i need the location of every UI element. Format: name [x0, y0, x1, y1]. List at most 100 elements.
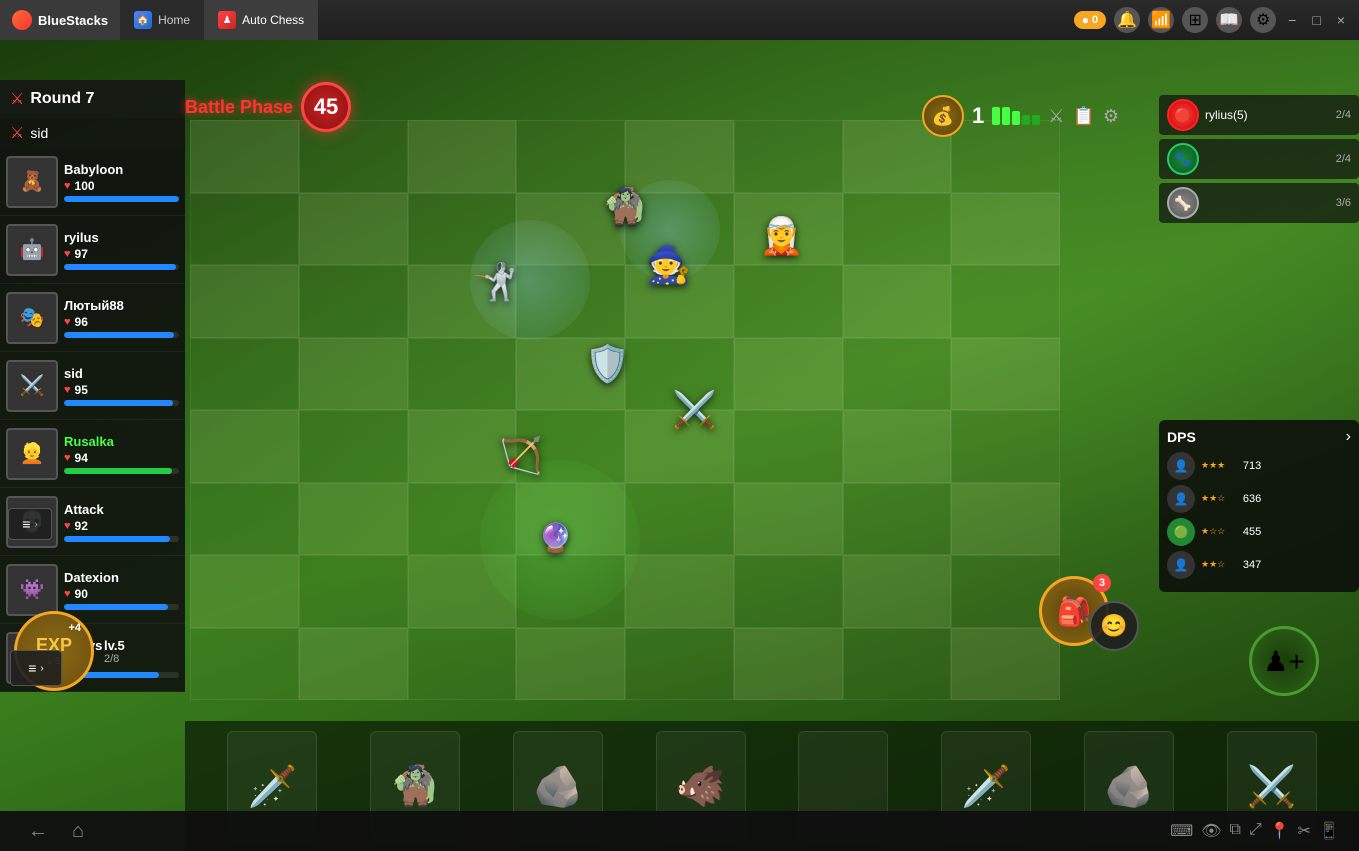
menu-button[interactable]: ≡ › — [8, 508, 52, 540]
bottom-menu-button[interactable]: ≡ › — [10, 650, 62, 686]
dps-value-3: 455 — [1231, 526, 1261, 538]
board-cell[interactable] — [734, 338, 843, 411]
tab-auto-chess[interactable]: ♟ Auto Chess — [204, 0, 318, 40]
player-item-rusalka[interactable]: 👱 Rusalka ♥ 94 — [0, 420, 185, 488]
book-button[interactable]: 📖 — [1216, 7, 1242, 33]
hp-bar-datexion — [64, 604, 168, 610]
close-button[interactable]: × — [1333, 8, 1349, 32]
board-cell[interactable] — [190, 483, 299, 556]
fullscreen-icon[interactable]: ⤢ — [1249, 821, 1262, 841]
board-cell[interactable] — [408, 338, 517, 411]
board-cell[interactable] — [734, 628, 843, 701]
player-name-sid: sid — [64, 366, 179, 381]
board-cell[interactable] — [951, 628, 1060, 701]
board-cell[interactable] — [843, 193, 952, 266]
dps-header: DPS › — [1167, 428, 1351, 446]
dps-arrow-button[interactable]: › — [1346, 428, 1351, 446]
board-cell[interactable] — [843, 410, 952, 483]
board-cell[interactable] — [951, 265, 1060, 338]
synergy-row-3[interactable]: 🦴 3/6 — [1159, 183, 1359, 223]
bench-piece-3: 🪨 — [533, 763, 583, 810]
board-cell[interactable] — [190, 628, 299, 701]
chat-button[interactable]: 😊 — [1089, 601, 1139, 651]
board-cell[interactable] — [190, 193, 299, 266]
player-name-rusalka: Rusalka — [64, 434, 179, 449]
board-cell[interactable] — [408, 628, 517, 701]
battle-phase-area: Battle Phase 45 — [185, 82, 351, 132]
board-cell[interactable] — [516, 628, 625, 701]
board-cell[interactable] — [190, 555, 299, 628]
synergy-row-2[interactable]: 🐾 2/4 — [1159, 139, 1359, 179]
board-cell[interactable] — [299, 193, 408, 266]
scissors-icon[interactable]: ✂ — [1298, 821, 1311, 841]
multi-instance-icon[interactable]: ⧉ — [1230, 821, 1241, 841]
board-cell[interactable] — [625, 628, 734, 701]
signal-button[interactable]: 📶 — [1148, 7, 1174, 33]
bottom-bar: ← ⌂ ⌨ 👁 ⧉ ⤢ 📍 ✂ 📱 — [0, 811, 1359, 851]
player-avatar-babyloon: 🧸 — [6, 156, 58, 208]
board-cell[interactable] — [951, 483, 1060, 556]
home-tab-label: Home — [158, 13, 190, 27]
board-cell[interactable] — [843, 555, 952, 628]
keyboard-icon[interactable]: ⌨ — [1170, 821, 1193, 841]
board-cell[interactable] — [299, 410, 408, 483]
battle-timer: 45 — [301, 82, 351, 132]
maximize-button[interactable]: □ — [1308, 8, 1324, 32]
board-cell[interactable] — [734, 120, 843, 193]
location-icon[interactable]: 📍 — [1270, 821, 1290, 841]
board-cell[interactable] — [734, 265, 843, 338]
menu-arrow-icon: › — [34, 519, 37, 530]
player-item-ryilus[interactable]: 🤖 ryilus ♥ 97 — [0, 216, 185, 284]
home-button[interactable]: ⌂ — [64, 816, 92, 847]
board-cell[interactable] — [190, 410, 299, 483]
player-hp-sid: ♥ 95 — [64, 383, 179, 397]
board-cell[interactable] — [408, 120, 517, 193]
mobile-icon[interactable]: 📱 — [1319, 821, 1339, 841]
board-cell[interactable] — [299, 628, 408, 701]
board-cell[interactable] — [190, 338, 299, 411]
income-bar-5 — [1032, 115, 1040, 125]
notification-button[interactable]: 🔔 — [1114, 7, 1140, 33]
player-item-lyuty[interactable]: 🎭 Лютый88 ♥ 96 — [0, 284, 185, 352]
board-cell[interactable] — [190, 265, 299, 338]
app-name: BlueStacks — [38, 13, 108, 28]
board-cell[interactable] — [843, 265, 952, 338]
settings-button[interactable]: ⚙ — [1250, 7, 1276, 33]
board-cell[interactable] — [299, 338, 408, 411]
board-cell[interactable] — [516, 120, 625, 193]
player-item-sid[interactable]: ⚔️ sid ♥ 95 — [0, 352, 185, 420]
board-cell[interactable] — [734, 410, 843, 483]
board-cell[interactable] — [299, 555, 408, 628]
back-button[interactable]: ← — [20, 816, 56, 847]
hp-bar-attack — [64, 536, 170, 542]
board-cell[interactable] — [625, 483, 734, 556]
add-chess-button[interactable]: ♟+ — [1249, 626, 1319, 696]
board-cell[interactable] — [625, 555, 734, 628]
eye-icon[interactable]: 👁 — [1201, 821, 1221, 841]
board-cell[interactable] — [843, 628, 952, 701]
player-avatar-datexion: 👾 — [6, 564, 58, 616]
board-cell[interactable] — [734, 483, 843, 556]
income-bar-2 — [1002, 107, 1010, 125]
menu-hamburger-icon: ≡ — [28, 660, 36, 676]
tab-home[interactable]: 🏠 Home — [120, 0, 204, 40]
hp-bar-bg-datexion — [64, 604, 179, 610]
board-cell[interactable] — [843, 338, 952, 411]
grid-button[interactable]: ⊞ — [1182, 7, 1208, 33]
board-cell[interactable] — [951, 193, 1060, 266]
hp-heart-icon: ♥ — [64, 180, 71, 192]
dps-stars-3: ★☆☆ — [1201, 526, 1225, 537]
board-cell[interactable] — [951, 338, 1060, 411]
player-item-babyloon[interactable]: 🧸 Babyloon ♥ 100 — [0, 148, 185, 216]
menu-expand-icon: › — [40, 663, 43, 674]
player-hp-babyloon: ♥ 100 — [64, 179, 179, 193]
synergy-row-1[interactable]: 🔴 rylius(5) 2/4 — [1159, 95, 1359, 135]
board-cell[interactable] — [299, 265, 408, 338]
round-label: Round 7 — [30, 90, 94, 108]
chess-board[interactable]: document.addEventListener('DOMContentLoa… — [190, 120, 1060, 700]
minimize-button[interactable]: − — [1284, 8, 1300, 32]
board-cell[interactable] — [843, 483, 952, 556]
board-cell[interactable] — [299, 483, 408, 556]
board-cell[interactable] — [951, 410, 1060, 483]
board-cell[interactable] — [734, 555, 843, 628]
